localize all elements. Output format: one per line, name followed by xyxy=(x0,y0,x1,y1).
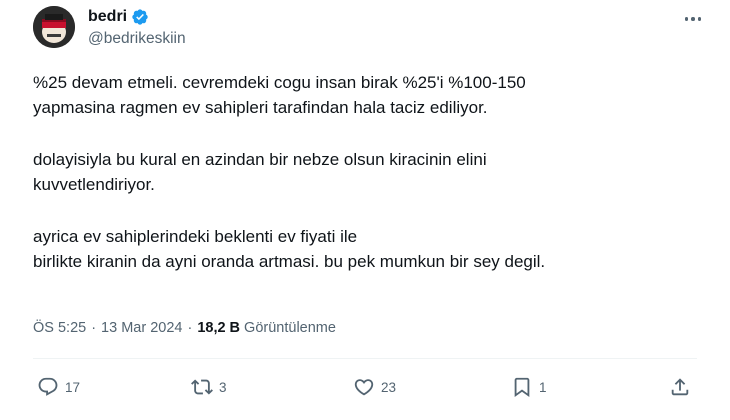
retweet-button[interactable]: 3 xyxy=(191,376,227,398)
tweet-line: kuvvetlendiriyor. xyxy=(33,175,155,194)
tweet-line: birlikte kiranin da ayni oranda artmasi.… xyxy=(33,252,546,271)
avatar-image xyxy=(33,6,75,48)
divider xyxy=(33,358,697,359)
retweet-count: 3 xyxy=(219,379,227,395)
tweet-date[interactable]: 13 Mar 2024 xyxy=(101,320,182,336)
meta-separator: · xyxy=(91,320,97,336)
action-bar: 17 3 23 1 xyxy=(33,376,697,404)
views-label: Görüntülenme xyxy=(244,320,336,336)
tweet-time[interactable]: ÖS 5:25 xyxy=(33,320,86,336)
tweet-line: %25 devam etmeli. cevremdeki cogu insan … xyxy=(33,73,526,92)
display-name[interactable]: bedri xyxy=(88,8,127,26)
like-count: 23 xyxy=(381,379,397,395)
tweet-paragraph: %25 devam etmeli. cevremdeki cogu insan … xyxy=(33,70,693,120)
more-options-icon[interactable] xyxy=(682,8,704,30)
tweet-line: yapmasina ragmen ev sahipleri tarafindan… xyxy=(33,98,488,117)
reply-icon xyxy=(38,377,58,396)
tweet-line: ayrica ev sahiplerindeki beklenti ev fiy… xyxy=(33,227,358,246)
share-button[interactable] xyxy=(669,376,691,398)
tweet-card: bedri @bedrikeskiin %25 devam etmeli. ce… xyxy=(0,0,730,420)
reply-count: 17 xyxy=(65,379,81,395)
tweet-text: %25 devam etmeli. cevremdeki cogu insan … xyxy=(33,70,693,274)
share-icon xyxy=(671,378,689,396)
bookmark-button[interactable]: 1 xyxy=(511,376,547,398)
author-block: bedri @bedrikeskiin xyxy=(88,7,186,48)
bookmark-icon xyxy=(514,377,530,398)
tweet-meta: ÖS 5:25 · 13 Mar 2024 · 18,2 B Görüntüle… xyxy=(33,320,336,336)
verified-badge-icon[interactable] xyxy=(131,8,149,26)
retweet-icon xyxy=(191,379,213,395)
meta-separator: · xyxy=(187,320,193,336)
name-row: bedri xyxy=(88,7,186,27)
tweet-paragraph: dolayisiyla bu kural en azindan bir nebz… xyxy=(33,147,693,197)
avatar[interactable] xyxy=(33,6,75,48)
bookmark-count: 1 xyxy=(539,379,547,395)
views-count: 18,2 B xyxy=(197,320,241,336)
reply-button[interactable]: 17 xyxy=(37,376,80,398)
like-button[interactable]: 23 xyxy=(353,376,396,398)
heart-icon xyxy=(354,379,374,396)
tweet-paragraph: ayrica ev sahiplerindeki beklenti ev fiy… xyxy=(33,224,693,274)
tweet-line: dolayisiyla bu kural en azindan bir nebz… xyxy=(33,150,487,169)
handle[interactable]: @bedrikeskiin xyxy=(88,30,186,48)
